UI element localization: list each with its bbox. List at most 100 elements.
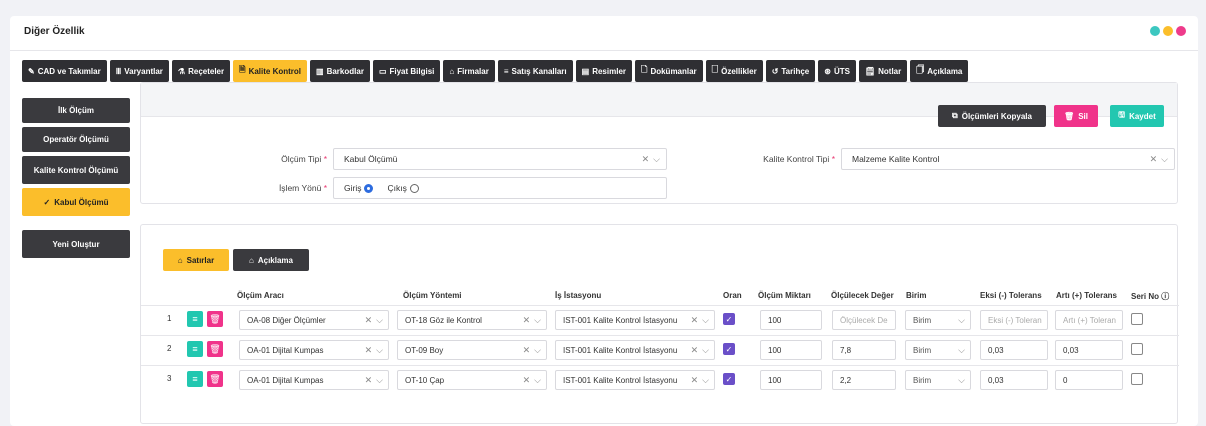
clear-icon[interactable]: ✕ [365, 315, 373, 326]
value-input[interactable]: Ölçülecek De [832, 310, 896, 330]
edit-row-button[interactable]: ≡ [187, 311, 203, 327]
delete-row-button[interactable]: 🗑 [207, 371, 223, 387]
unit-select[interactable]: Birim ⌵ [905, 310, 971, 330]
tab-sat-kanallar-[interactable]: ≡ Satış Kanalları [497, 60, 573, 82]
chevron-down-icon[interactable]: ⌵ [534, 315, 541, 326]
sidebar-item-kalite-kontrol-olcumu[interactable]: Kalite Kontrol Ölçümü [22, 156, 130, 184]
unit-value: Birim [913, 315, 932, 325]
measure-type-select[interactable]: Kabul Ölçümü ✕ ⌵ [333, 148, 667, 170]
edit-row-button[interactable]: ≡ [187, 371, 203, 387]
tab--zellikler[interactable]: 🗌 Özellikler [705, 60, 763, 82]
tab-notlar[interactable]: 🗒 Notlar [858, 60, 908, 82]
oran-checkbox[interactable]: ✓ [723, 313, 735, 325]
tab-a-klama[interactable]: 🗍 Açıklama [910, 60, 969, 82]
dot-teal[interactable] [1150, 26, 1160, 36]
unit-select[interactable]: Birim ⌵ [905, 340, 971, 360]
tab-cad-ve-tak-mlar[interactable]: ✎ CAD ve Takımlar [22, 60, 107, 82]
serial-checkbox[interactable] [1131, 313, 1143, 325]
sidebar-item-operator-olcumu[interactable]: Operatör Ölçümü [22, 127, 130, 152]
clear-icon[interactable]: ✕ [691, 315, 699, 326]
minus-tolerance-input[interactable]: 0,03 [980, 340, 1048, 360]
chevron-down-icon[interactable]: ⌵ [958, 315, 965, 326]
unit-select[interactable]: Birim ⌵ [905, 370, 971, 390]
radio-giris-circle[interactable] [364, 183, 374, 193]
chevron-down-icon[interactable]: ⌵ [702, 375, 709, 386]
chevron-down-icon[interactable]: ⌵ [702, 345, 709, 356]
qty-input[interactable]: 100 [760, 370, 822, 390]
tab-fiyat-bilgisi[interactable]: ▭ Fiyat Bilgisi [372, 60, 441, 82]
clear-icon[interactable]: ✕ [691, 345, 699, 356]
chevron-down-icon[interactable]: ⌵ [958, 375, 965, 386]
tab-icon: 🗋 [641, 65, 648, 74]
tab-satirlar[interactable]: ⌂ Satırlar [163, 249, 229, 271]
table-row: 3 ≡ 🗑 OA-01 Dijital Kumpas ✕ ⌵ OT-10 Çap ✕ ⌵… [141, 365, 1179, 393]
chevron-down-icon[interactable]: ⌵ [534, 345, 541, 356]
clear-icon[interactable]: ✕ [365, 345, 373, 356]
chevron-down-icon[interactable]: ⌵ [534, 375, 541, 386]
radio-cikis-circle[interactable] [409, 183, 419, 193]
clear-icon[interactable]: ✕ [691, 375, 699, 386]
station-select[interactable]: IST-001 Kalite Kontrol İstasyonu ✕ ⌵ [555, 370, 715, 390]
chevron-down-icon[interactable]: ⌵ [376, 375, 383, 386]
delete-button[interactable]: 🗑 Sil [1054, 105, 1098, 127]
tab-tarih-e[interactable]: ↺ Tarihçe [765, 60, 816, 82]
serial-checkbox[interactable] [1131, 373, 1143, 385]
dot-pink[interactable] [1176, 26, 1186, 36]
tab-resimler[interactable]: ▤ Resimler [575, 60, 632, 82]
minus-tolerance-input[interactable]: 0,03 [980, 370, 1048, 390]
oran-checkbox[interactable]: ✓ [723, 373, 735, 385]
clear-icon[interactable]: ✕ [642, 154, 650, 165]
tab-varyantlar[interactable]: Ⅲ Varyantlar [109, 60, 169, 82]
station-select[interactable]: IST-001 Kalite Kontrol İstasyonu ✕ ⌵ [555, 310, 715, 330]
qty-input[interactable]: 100 [760, 340, 822, 360]
tab-kalite-kontrol[interactable]: 🗎 Kalite Kontrol [233, 60, 308, 82]
method-select[interactable]: OT-18 Göz ile Kontrol ✕ ⌵ [397, 310, 547, 330]
page: Diğer Özellik ✎ CAD ve Takımlar Ⅲ Varyantla… [0, 0, 1206, 426]
delete-row-button[interactable]: 🗑 [207, 311, 223, 327]
clear-icon[interactable]: ✕ [365, 375, 373, 386]
tab--ts[interactable]: ⊛ ÜTS [818, 60, 856, 82]
radio-cikis[interactable]: Çıkış [387, 183, 419, 193]
method-select[interactable]: OT-10 Çap ✕ ⌵ [397, 370, 547, 390]
clear-icon[interactable]: ✕ [523, 375, 531, 386]
qc-type-select[interactable]: Malzeme Kalite Kontrol ✕ ⌵ [841, 148, 1175, 170]
new-create-button[interactable]: Yeni Oluştur [22, 230, 130, 258]
tab-firmalar[interactable]: ⌂ Firmalar [443, 60, 495, 82]
method-select[interactable]: OT-09 Boy ✕ ⌵ [397, 340, 547, 360]
sidebar-item-ilk-olcum[interactable]: İlk Ölçüm [22, 98, 130, 123]
clear-icon[interactable]: ✕ [523, 345, 531, 356]
tool-select[interactable]: OA-01 Dijital Kumpas ✕ ⌵ [239, 370, 389, 390]
serial-checkbox[interactable] [1131, 343, 1143, 355]
radio-giris[interactable]: Giriş [344, 183, 374, 193]
qty-input[interactable]: 100 [760, 310, 822, 330]
chevron-down-icon[interactable]: ⌵ [376, 345, 383, 356]
copy-measurements-button[interactable]: ⧉ Ölçümleri Kopyala [938, 105, 1046, 127]
chevron-down-icon[interactable]: ⌵ [702, 315, 709, 326]
col-header-qty: Ölçüm Miktarı [758, 291, 811, 300]
plus-tolerance-input[interactable]: Artı (+) Toleran [1055, 310, 1123, 330]
plus-tolerance-input[interactable]: 0 [1055, 370, 1123, 390]
minus-tolerance-input[interactable]: Eksi (-) Toleran [980, 310, 1048, 330]
chevron-down-icon[interactable]: ⌵ [1161, 154, 1168, 165]
value-input[interactable]: 7,8 [832, 340, 896, 360]
delete-row-button[interactable]: 🗑 [207, 341, 223, 357]
tab-re-eteler[interactable]: ⚗ Reçeteler [171, 60, 231, 82]
chevron-down-icon[interactable]: ⌵ [653, 154, 660, 165]
sidebar-item-kabul-olcumu[interactable]: ✓ Kabul Ölçümü [22, 188, 130, 216]
tab-barkodlar[interactable]: ▥ Barkodlar [310, 60, 370, 82]
clear-icon[interactable]: ✕ [1150, 154, 1158, 165]
dot-yellow[interactable] [1163, 26, 1173, 36]
tab-aciklama[interactable]: ⌂ Açıklama [233, 249, 309, 271]
clear-icon[interactable]: ✕ [523, 315, 531, 326]
edit-row-button[interactable]: ≡ [187, 341, 203, 357]
station-select[interactable]: IST-001 Kalite Kontrol İstasyonu ✕ ⌵ [555, 340, 715, 360]
tab-dok-manlar[interactable]: 🗋 Dokümanlar [635, 60, 703, 82]
oran-checkbox[interactable]: ✓ [723, 343, 735, 355]
chevron-down-icon[interactable]: ⌵ [376, 315, 383, 326]
save-button[interactable]: 🖫 Kaydet [1110, 105, 1164, 127]
tool-select[interactable]: OA-01 Dijital Kumpas ✕ ⌵ [239, 340, 389, 360]
value-input[interactable]: 2,2 [832, 370, 896, 390]
chevron-down-icon[interactable]: ⌵ [958, 345, 965, 356]
plus-tolerance-input[interactable]: 0,03 [1055, 340, 1123, 360]
tool-select[interactable]: OA-08 Diğer Ölçümler ✕ ⌵ [239, 310, 389, 330]
